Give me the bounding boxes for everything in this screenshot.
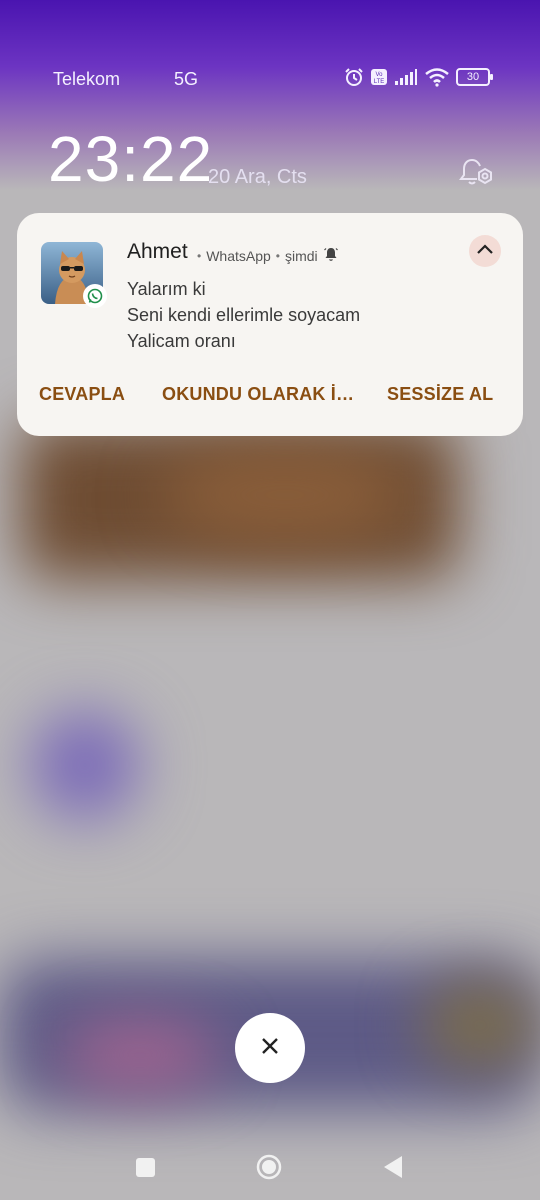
wifi-icon xyxy=(424,67,450,87)
whatsapp-notification-card[interactable]: Ahmet • WhatsApp • şimdi Yalarım ki Seni… xyxy=(17,213,523,436)
back-button[interactable] xyxy=(382,1154,404,1180)
status-icons: Vo LTE 30 xyxy=(344,67,493,87)
volte-icon: Vo LTE xyxy=(370,68,388,86)
recents-button[interactable] xyxy=(136,1158,155,1177)
collapse-button[interactable] xyxy=(469,235,501,267)
message-line: Seni kendi ellerimle soyacam xyxy=(127,305,361,325)
lockscreen-clock: 23:22 xyxy=(48,123,214,195)
bell-icon xyxy=(323,246,339,265)
chevron-up-icon xyxy=(476,242,494,260)
svg-text:Vo: Vo xyxy=(375,72,383,78)
notification-meta: • WhatsApp • şimdi xyxy=(197,246,339,265)
notification-settings-icon[interactable] xyxy=(458,156,494,193)
carrier-label: Telekom xyxy=(53,69,121,89)
network-type: 5G xyxy=(174,69,199,89)
mute-button[interactable]: SESSİZE AL xyxy=(387,384,493,405)
alarm-icon xyxy=(344,67,364,87)
app-name: WhatsApp xyxy=(206,247,271,264)
clear-notifications-button[interactable] xyxy=(235,1013,305,1083)
home-button[interactable] xyxy=(256,1154,282,1180)
status-bar: Telekom 5G Vo LTE 30 xyxy=(0,62,540,96)
reply-button[interactable]: CEVAPLA xyxy=(39,384,125,405)
svg-text:LTE: LTE xyxy=(374,79,385,85)
close-icon xyxy=(259,1035,281,1062)
navigation-bar xyxy=(0,1140,540,1200)
signal-icon xyxy=(394,68,418,86)
notification-time: şimdi xyxy=(285,247,318,264)
battery-indicator: 30 xyxy=(456,68,493,86)
whatsapp-icon xyxy=(83,284,107,308)
message-line: Yalarım ki xyxy=(127,279,206,299)
sender-name: Ahmet xyxy=(127,240,188,263)
lockscreen-date: 20 Ara, Cts xyxy=(208,166,307,188)
mark-as-read-button[interactable]: OKUNDU OLARAK İ… xyxy=(162,384,354,405)
message-line: Yalicam oranı xyxy=(127,331,236,351)
